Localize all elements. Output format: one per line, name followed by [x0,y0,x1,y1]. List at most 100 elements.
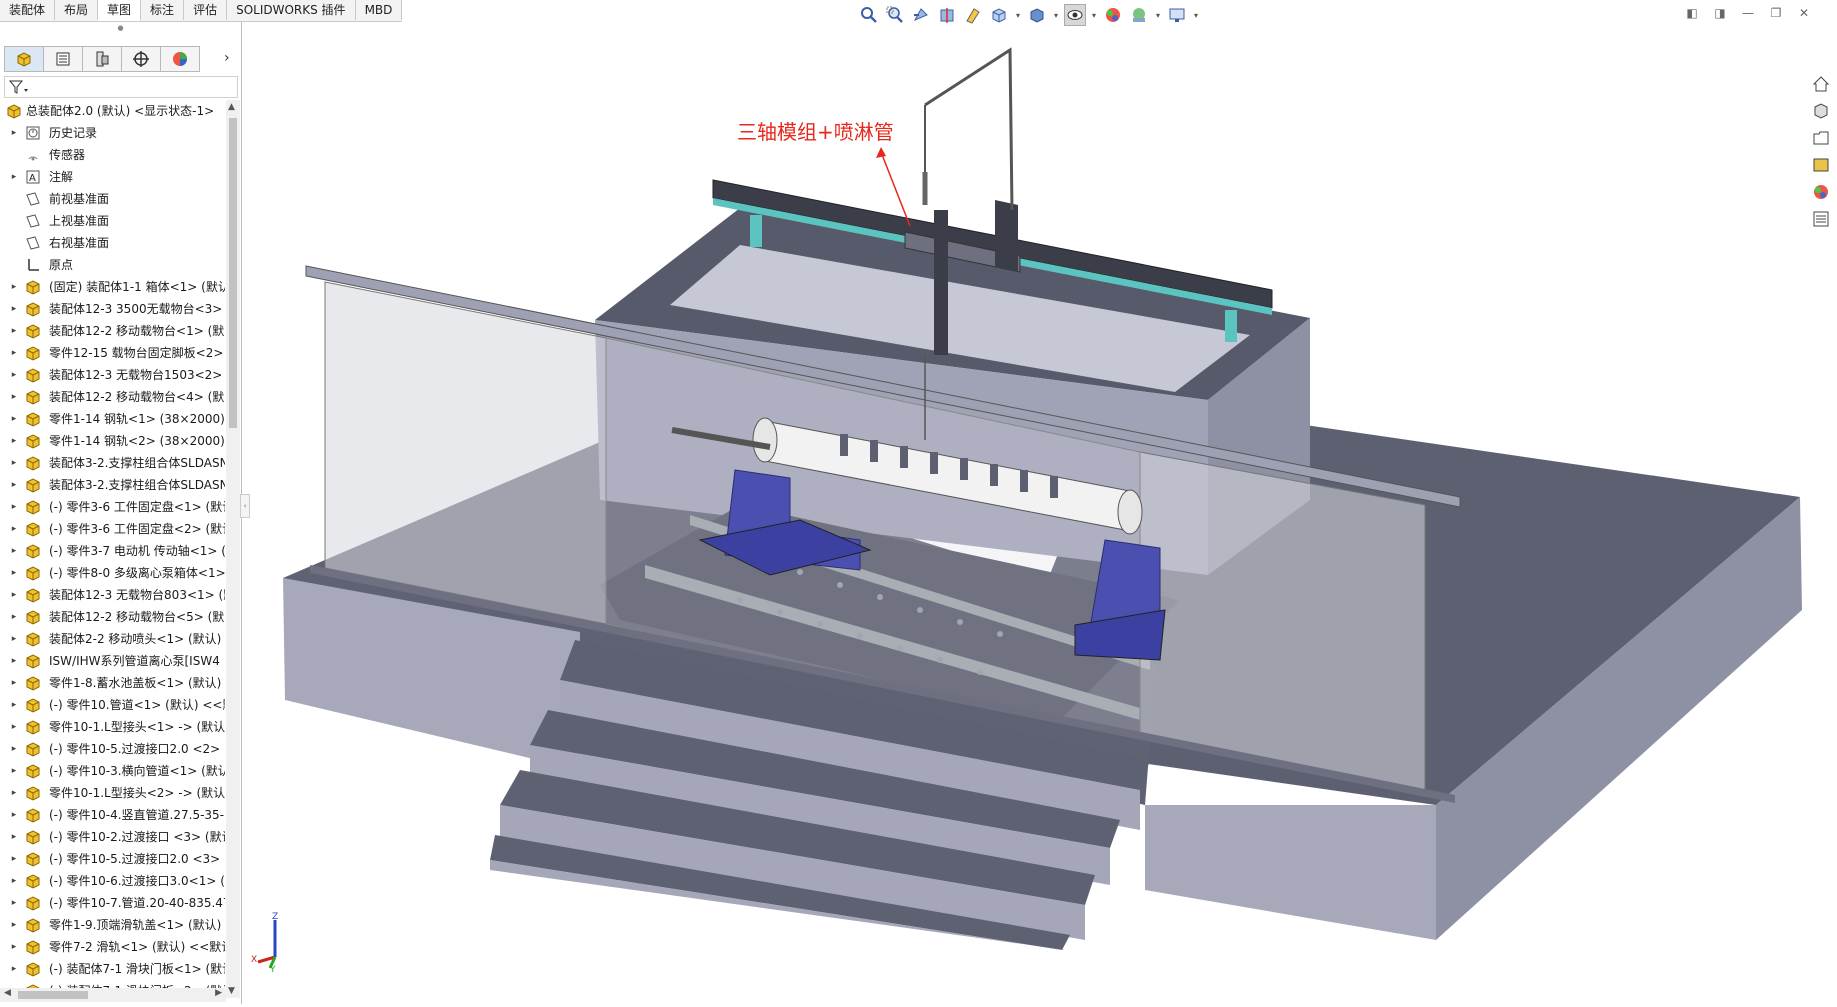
home-icon[interactable] [1809,72,1833,96]
tree-item-19[interactable]: ▸ (-) 零件3-7 电动机 传动轴<1> ( [0,540,226,562]
tree-item-34[interactable]: ▸ (-) 零件10-6.过渡接口3.0<1> (默 [0,870,226,892]
view-palette-icon[interactable] [1809,153,1833,177]
expand-arrow-icon[interactable]: ▸ [9,342,19,364]
expand-arrow-icon[interactable]: ▸ [9,650,19,672]
pane-split-handle[interactable]: ● [0,22,241,34]
expand-arrow-icon[interactable]: ▸ [9,606,19,628]
expand-arrow-icon[interactable]: ▸ [9,430,19,452]
minimize-button[interactable]: — [1739,4,1757,22]
tree-item-6[interactable]: 原点 [0,254,226,276]
tree-item-27[interactable]: ▸ 零件10-1.L型接头<1> -> (默认) [0,716,226,738]
expand-arrow-icon[interactable]: ▸ [9,276,19,298]
file-explorer-icon[interactable] [1809,126,1833,150]
graphics-area[interactable] [242,22,1802,1004]
tree-item-33[interactable]: ▸ (-) 零件10-5.过渡接口2.0 <3> ( [0,848,226,870]
tree-item-17[interactable]: ▸ (-) 零件3-6 工件固定盘<1> (默认 [0,496,226,518]
tab-1[interactable]: 布局 [55,0,99,20]
expand-arrow-icon[interactable]: ▸ [9,804,19,826]
scrollbar-thumb[interactable] [18,991,88,999]
tab-4[interactable]: 评估 [184,0,228,20]
expand-arrow-icon[interactable]: ▸ [9,496,19,518]
tree-item-7[interactable]: ▸ (固定) 装配体1-1 箱体<1> (默认 [0,276,226,298]
expand-arrow-icon[interactable]: ▸ [9,408,19,430]
tree-item-36[interactable]: ▸ 零件1-9.顶端滑轨盖<1> (默认) - [0,914,226,936]
expand-arrow-icon[interactable]: ▸ [9,298,19,320]
propertymanager-tab[interactable] [44,46,83,72]
expand-arrow-icon[interactable]: ▸ [9,958,19,980]
tree-item-31[interactable]: ▸ (-) 零件10-4.竖直管道.27.5-35-1 [0,804,226,826]
expand-arrow-icon[interactable]: ▸ [9,782,19,804]
expand-arrow-icon[interactable]: ▸ [9,474,19,496]
expand-arrow-icon[interactable]: ▸ [9,562,19,584]
expand-arrow-icon[interactable]: ▸ [9,892,19,914]
tree-item-12[interactable]: ▸ 装配体12-2 移动载物台<4> (默i [0,386,226,408]
tree-item-14[interactable]: ▸ 零件1-14 钢轨<2> (38×2000) - [0,430,226,452]
tree-item-2[interactable]: ▸ A 注解 [0,166,226,188]
filter-field[interactable] [4,76,238,98]
tree-vertical-scrollbar[interactable]: ▲ ▼ [226,100,240,998]
custom-properties-icon[interactable] [1809,207,1833,231]
tree-item-16[interactable]: ▸ 装配体3-2.支撑柱组合体SLDASN [0,474,226,496]
featuremanager-tab[interactable] [4,46,44,72]
displaymanager-tab[interactable] [161,46,200,72]
expand-arrow-icon[interactable]: ▸ [9,166,19,188]
tree-item-24[interactable]: ▸ ISW/IHW系列管道离心泵[ISW4 [0,650,226,672]
expand-arrow-icon[interactable]: ▸ [9,452,19,474]
tree-item-11[interactable]: ▸ 装配体12-3 无载物台1503<2> ( [0,364,226,386]
tree-item-37[interactable]: ▸ 零件7-2 滑轨<1> (默认) <<默认 [0,936,226,958]
tree-item-15[interactable]: ▸ 装配体3-2.支撑柱组合体SLDASN [0,452,226,474]
assembly-model-view[interactable] [242,22,1802,1004]
tree-item-30[interactable]: ▸ 零件10-1.L型接头<2> -> (默认) [0,782,226,804]
expand-arrow-icon[interactable]: ▸ [9,540,19,562]
tab-3[interactable]: 标注 [141,0,185,20]
tree-item-23[interactable]: ▸ 装配体2-2 移动喷头<1> (默认) [0,628,226,650]
expand-arrow-icon[interactable]: ▸ [9,122,19,144]
expand-arrow-icon[interactable]: ▸ [9,914,19,936]
tree-item-4[interactable]: 上视基准面 [0,210,226,232]
tab-0[interactable]: 装配体 [0,0,56,20]
tab-5[interactable]: SOLIDWORKS 插件 [227,0,356,20]
tree-item-21[interactable]: ▸ 装配体12-3 无载物台803<1> (默 [0,584,226,606]
expand-arrow-icon[interactable]: ▸ [9,870,19,892]
tree-item-26[interactable]: ▸ (-) 零件10.管道<1> (默认) <<默 [0,694,226,716]
expand-arrow-icon[interactable]: ▸ [9,848,19,870]
tree-item-9[interactable]: ▸ 装配体12-2 移动载物台<1> (默i [0,320,226,342]
tree-item[interactable]: ▸ 历史记录 [0,122,226,144]
tree-item-3[interactable]: 前视基准面 [0,188,226,210]
tree-item-10[interactable]: ▸ 零件12-15 载物台固定脚板<2> [0,342,226,364]
expand-arrow-icon[interactable]: ▸ [9,584,19,606]
tree-item-35[interactable]: ▸ (-) 零件10-7.管道.20-40-835.47 [0,892,226,914]
tree-item-20[interactable]: ▸ (-) 零件8-0 多级离心泵箱体<1> [0,562,226,584]
expand-arrow-icon[interactable]: ▸ [9,672,19,694]
close-button[interactable]: ✕ [1795,4,1813,22]
design-library-icon[interactable] [1809,99,1833,123]
expand-arrow-icon[interactable]: ▸ [9,716,19,738]
expand-arrow-icon[interactable]: ▸ [9,738,19,760]
expand-arrow-icon[interactable]: ▸ [9,694,19,716]
more-tabs-arrow[interactable]: › [224,50,230,66]
tree-item-5[interactable]: 右视基准面 [0,232,226,254]
tree-item-38[interactable]: ▸ (-) 装配体7-1 滑块门板<1> (默认 [0,958,226,980]
tree-item-39[interactable]: ▸ (-) 装配体7-1 滑块门板<2> (默认 [0,980,226,988]
expand-arrow-icon[interactable]: ▸ [9,980,19,988]
tree-item-8[interactable]: ▸ 装配体12-3 3500无载物台<3> ( [0,298,226,320]
restore-button[interactable]: ❐ [1767,4,1785,22]
tile-left-icon[interactable]: ◧ [1683,4,1701,22]
expand-arrow-icon[interactable]: ▸ [9,936,19,958]
tree-item-18[interactable]: ▸ (-) 零件3-6 工件固定盘<2> (默认 [0,518,226,540]
expand-arrow-icon[interactable]: ▸ [9,628,19,650]
tree-item-1[interactable]: 传感器 [0,144,226,166]
expand-arrow-icon[interactable]: ▸ [9,364,19,386]
expand-arrow-icon[interactable]: ▸ [9,386,19,408]
tree-item-25[interactable]: ▸ 零件1-8.蓄水池盖板<1> (默认) - [0,672,226,694]
expand-arrow-icon[interactable]: ▸ [9,760,19,782]
tab-6[interactable]: MBD [355,0,403,20]
dimxpert-tab[interactable] [122,46,161,72]
tree-item-22[interactable]: ▸ 装配体12-2 移动载物台<5> (默i [0,606,226,628]
appearances-icon[interactable] [1809,180,1833,204]
tree-horizontal-scrollbar[interactable]: ◀ ▶ [0,988,226,1002]
expand-arrow-icon[interactable]: ▸ [9,320,19,342]
expand-arrow-icon[interactable]: ▸ [9,518,19,540]
tree-item-29[interactable]: ▸ (-) 零件10-3.横向管道<1> (默认 [0,760,226,782]
tree-item-root[interactable]: 总装配体2.0 (默认) <显示状态-1> [0,100,226,122]
